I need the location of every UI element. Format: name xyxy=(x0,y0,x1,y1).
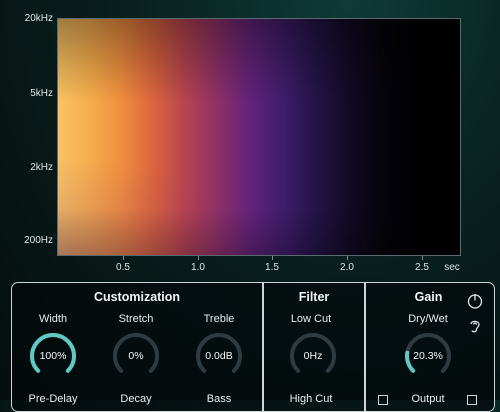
y-label-2khz: 2kHz xyxy=(30,162,53,173)
treble-knob[interactable]: 0.0dB xyxy=(194,331,244,381)
section-title-filter: Filter xyxy=(298,290,330,304)
knob-label-low-cut: Low Cut xyxy=(290,313,332,325)
x-tick xyxy=(272,256,273,260)
x-label-2-5: 2.5 xyxy=(415,262,429,273)
output-right-checkbox[interactable] xyxy=(467,395,477,405)
knob-label-width: Width xyxy=(38,313,68,325)
knob-label-high-cut: High Cut xyxy=(289,393,333,405)
x-tick xyxy=(123,256,124,260)
treble-value: 0.0dB xyxy=(205,350,233,362)
knob-label-decay: Decay xyxy=(120,393,152,405)
spectrogram-plot xyxy=(57,18,461,256)
y-label-200hz: 200Hz xyxy=(24,235,53,246)
knob-label-pre-delay: Pre-Delay xyxy=(28,393,78,405)
x-tick xyxy=(347,256,348,260)
dry-wet-knob[interactable]: 20.3% xyxy=(403,331,453,381)
x-tick xyxy=(198,256,199,260)
section-title-customization: Customization xyxy=(93,290,181,304)
knob-label-dry-wet: Dry/Wet xyxy=(408,313,448,325)
stretch-value: 0% xyxy=(128,350,144,362)
y-label-20khz: 20kHz xyxy=(24,13,53,24)
x-unit-label: sec xyxy=(444,262,460,273)
knob-label-bass: Bass xyxy=(206,393,232,405)
x-label-1-0: 1.0 xyxy=(191,262,205,273)
x-label-2-0: 2.0 xyxy=(340,262,354,273)
x-label-1-5: 1.5 xyxy=(265,262,279,273)
output-left-checkbox[interactable] xyxy=(378,395,388,405)
knob-label-stretch: Stretch xyxy=(118,313,154,325)
low-cut-value: 0Hz xyxy=(303,350,323,362)
x-tick xyxy=(422,256,423,260)
control-panel: Customization Filter Gain Width Stretch … xyxy=(11,282,495,412)
width-knob[interactable]: 100% xyxy=(28,331,78,381)
low-cut-knob[interactable]: 0Hz xyxy=(288,331,338,381)
dry-wet-value: 20.3% xyxy=(413,350,443,362)
stretch-knob[interactable]: 0% xyxy=(111,331,161,381)
knob-label-treble: Treble xyxy=(203,313,235,325)
width-value: 100% xyxy=(39,350,67,362)
power-icon[interactable] xyxy=(466,292,484,310)
x-label-0-5: 0.5 xyxy=(116,262,130,273)
y-label-5khz: 5kHz xyxy=(30,88,53,99)
knob-label-output: Output xyxy=(411,393,445,405)
ear-icon[interactable] xyxy=(466,317,484,335)
